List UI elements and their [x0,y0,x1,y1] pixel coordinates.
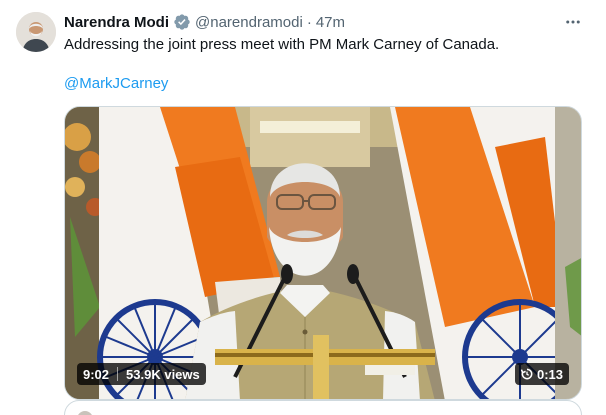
author-handle[interactable]: @narendramodi [195,14,303,31]
video-duration: 9:02 [83,366,110,382]
author-name[interactable]: Narendra Modi [64,14,169,31]
verified-badge-icon[interactable] [173,13,191,31]
remaining-time: 0:13 [536,366,563,382]
author-avatar[interactable] [16,12,56,52]
stats-divider [117,367,119,381]
separator-dot: · [306,13,312,31]
more-options-icon[interactable] [562,12,584,32]
avatar-image [16,12,56,52]
video-views: 53.9K views [126,366,200,382]
mention-link[interactable]: @MarkJCarney [64,74,168,94]
tweet-header: Narendra Modi @narendramodi · 47m [64,12,345,32]
tweet[interactable]: Narendra Modi @narendramodi · 47m Addres… [0,0,606,415]
video-player[interactable]: 9:02 53.9K views 0:13 [64,106,582,400]
quoted-author-avatar [77,411,93,415]
video-stats: 9:02 53.9K views [77,363,206,385]
video-frame [65,107,581,399]
tweet-timestamp[interactable]: 47m [316,14,345,31]
quoted-tweet[interactable] [64,400,582,415]
tweet-text: Addressing the joint press meet with PM … [64,36,500,53]
replay-icon [520,367,534,381]
remaining-time-badge[interactable]: 0:13 [514,363,569,385]
